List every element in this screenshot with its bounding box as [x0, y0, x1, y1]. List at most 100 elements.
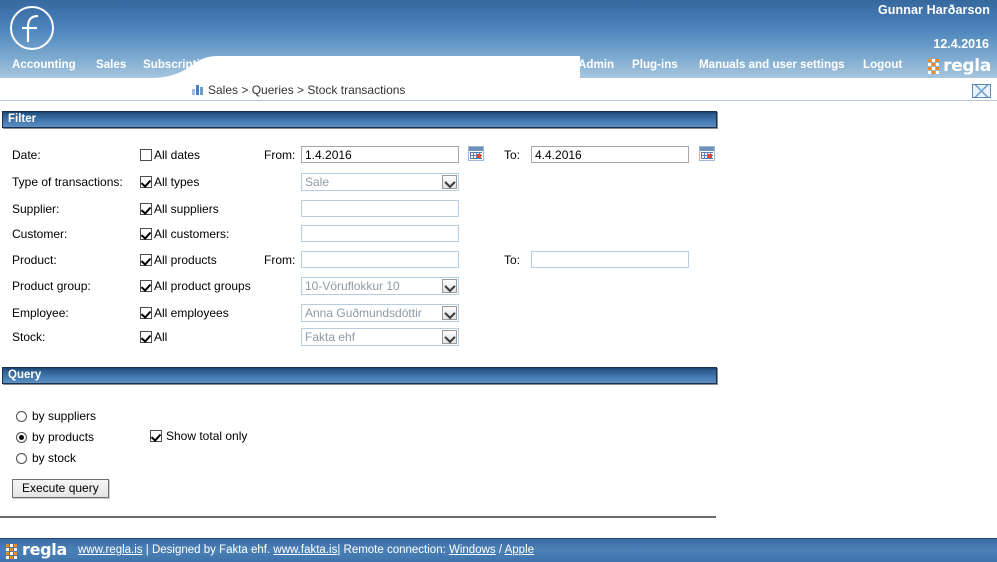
filter-panel-header: Filter — [2, 111, 717, 128]
filter-row-product: Product: All products From: To: — [0, 251, 997, 273]
fakta-f-logo-icon — [8, 4, 56, 52]
supplier-input[interactable] — [301, 200, 459, 217]
user-name: Gunnar Harðarson — [877, 3, 990, 17]
radio-by-suppliers-label: by suppliers — [32, 409, 97, 423]
stock-select[interactable]: Fakta ehf — [301, 328, 459, 346]
product-from-label: From: — [264, 253, 296, 267]
filter-row-supplier: Supplier: All suppliers — [0, 200, 997, 222]
employee-value: Anna Guðmundsdóttir — [305, 306, 422, 320]
transaction-type-select[interactable]: Sale — [301, 173, 459, 191]
chevron-down-icon[interactable] — [442, 279, 457, 293]
footer-sep-3: / — [495, 544, 505, 556]
nav-item-plug-ins[interactable]: Plug-ins — [632, 58, 678, 71]
all-suppliers-checkbox-wrap[interactable]: All suppliers — [140, 202, 219, 216]
link-regla-is[interactable]: www.regla.is — [78, 544, 143, 556]
filter-panel-title: Filter — [8, 113, 37, 125]
stock-value: Fakta ehf — [305, 330, 356, 344]
radio-by-stock[interactable]: by stock — [16, 451, 76, 465]
all-products-label: All products — [154, 253, 217, 267]
all-suppliers-label: All suppliers — [154, 202, 219, 216]
content-divider — [0, 516, 716, 518]
regla-dot-grid-icon-footer — [6, 544, 17, 559]
link-fakta-is[interactable]: www.fakta.is — [273, 544, 337, 556]
all-products-checkbox[interactable] — [140, 254, 152, 266]
nav-item-sales[interactable]: Sales — [96, 58, 126, 71]
all-dates-checkbox[interactable] — [140, 149, 152, 161]
regla-dot-grid-icon — [928, 58, 940, 74]
query-panel-title: Query — [8, 369, 42, 381]
customer-input[interactable] — [301, 225, 459, 242]
label-stock: Stock: — [12, 330, 46, 344]
filter-row-date: Date: All dates From: To: — [0, 146, 997, 168]
filter-row-customer: Customer: All customers: — [0, 225, 997, 247]
all-employees-checkbox[interactable] — [140, 307, 152, 319]
filter-row-employee: Employee: All employees Anna Guðmundsdót… — [0, 304, 997, 326]
label-employee: Employee: — [12, 306, 69, 320]
label-product: Product: — [12, 253, 57, 267]
show-total-only-label: Show total only — [166, 429, 248, 443]
all-employees-label: All employees — [154, 306, 229, 320]
query-panel-header: Query — [2, 367, 717, 384]
app-footer: regla www.regla.is | Designed by Fakta e… — [0, 538, 997, 562]
radio-by-products-control[interactable] — [16, 431, 27, 443]
calendar-icon-from[interactable] — [468, 146, 484, 161]
employee-select[interactable]: Anna Guðmundsdóttir — [301, 304, 459, 322]
radio-by-stock-control[interactable] — [16, 452, 27, 464]
date-to-label: To: — [504, 148, 521, 162]
all-stock-checkbox-wrap[interactable]: All — [140, 330, 167, 344]
nav-item-accounting[interactable]: Accounting — [12, 58, 76, 71]
all-customers-label: All customers: — [154, 227, 230, 241]
label-product-group: Product group: — [12, 279, 91, 293]
chevron-down-icon[interactable] — [442, 175, 457, 189]
breadcrumb: Sales > Queries > Stock transactions — [208, 83, 406, 97]
all-customers-checkbox[interactable] — [140, 228, 152, 240]
all-product-groups-checkbox-wrap[interactable]: All product groups — [140, 279, 251, 293]
radio-by-stock-label: by stock — [32, 451, 77, 465]
all-customers-checkbox-wrap[interactable]: All customers: — [140, 227, 229, 241]
footer-sep-2: | Remote connection: — [337, 544, 449, 556]
all-types-checkbox-wrap[interactable]: All types — [140, 175, 199, 189]
all-suppliers-checkbox[interactable] — [140, 203, 152, 215]
execute-query-button[interactable]: Execute query — [12, 479, 109, 498]
radio-by-products[interactable]: by products — [16, 430, 94, 444]
breadcrumb-tab-shape — [150, 56, 580, 78]
product-group-select[interactable]: 10-Vöruflokkur 10 — [301, 277, 459, 295]
header-divider — [0, 100, 997, 101]
all-types-label: All types — [154, 175, 200, 189]
nav-item-admin[interactable]: Admin — [578, 58, 614, 71]
product-from-input[interactable] — [301, 251, 459, 268]
all-types-checkbox[interactable] — [140, 176, 152, 188]
all-stock-checkbox[interactable] — [140, 331, 152, 343]
show-total-only-wrap[interactable]: Show total only — [150, 429, 247, 443]
nav-item-logout[interactable]: Logout — [863, 58, 902, 71]
all-dates-checkbox-wrap[interactable]: All dates — [140, 148, 200, 162]
filter-row-type: Type of transactions: All types Sale — [0, 173, 997, 195]
transaction-type-value: Sale — [305, 175, 330, 189]
chevron-down-icon[interactable] — [442, 306, 457, 320]
radio-by-products-label: by products — [32, 430, 95, 444]
all-product-groups-checkbox[interactable] — [140, 280, 152, 292]
filter-row-stock: Stock: All Fakta ehf — [0, 328, 997, 350]
all-stock-label: All — [154, 330, 168, 344]
regla-brand-logo: regla — [928, 56, 991, 76]
date-from-label: From: — [264, 148, 296, 162]
date-to-input[interactable] — [531, 146, 689, 163]
link-apple[interactable]: Apple — [505, 544, 534, 556]
nav-item-manuals-and-user-settings[interactable]: Manuals and user settings — [699, 58, 845, 71]
date-from-input[interactable] — [301, 146, 459, 163]
chevron-down-icon[interactable] — [442, 330, 457, 344]
envelope-icon[interactable] — [972, 84, 991, 98]
label-date: Date: — [12, 148, 41, 162]
show-total-only-checkbox[interactable] — [150, 430, 162, 442]
calendar-icon-to[interactable] — [699, 146, 715, 161]
link-windows[interactable]: Windows — [449, 544, 496, 556]
all-products-checkbox-wrap[interactable]: All products — [140, 253, 217, 267]
all-employees-checkbox-wrap[interactable]: All employees — [140, 306, 229, 320]
footer-sep-1: | Designed by Fakta ehf. — [142, 544, 274, 556]
current-date: 12.4.2016 — [933, 37, 989, 51]
radio-by-suppliers[interactable]: by suppliers — [16, 409, 96, 423]
radio-by-suppliers-control[interactable] — [16, 410, 27, 422]
footer-text: www.regla.is | Designed by Fakta ehf. ww… — [78, 544, 534, 556]
filter-row-product-group: Product group: All product groups 10-Vör… — [0, 277, 997, 299]
product-to-input[interactable] — [531, 251, 689, 268]
